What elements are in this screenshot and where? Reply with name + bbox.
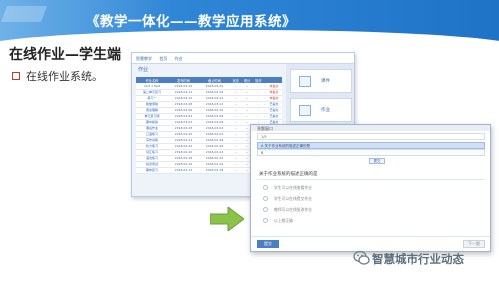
option-label: 以上都正确 [274, 218, 293, 223]
banner-title: 《教学一体化——教学应用系统》 [86, 14, 296, 30]
side-item-label: 课件 [321, 79, 330, 84]
divider [257, 179, 485, 180]
nav-home[interactable]: 首页 [159, 56, 167, 61]
table-cell[interactable]: 期末复习 [136, 167, 169, 174]
answer-row-selected[interactable]: A 关于作业系统的描述正确的是 [257, 142, 485, 149]
radio-icon[interactable] [263, 185, 268, 190]
nav-brand: 智慧教学 [136, 56, 152, 61]
next-question-button[interactable]: 下一题 [463, 240, 485, 248]
question-text: 关于作业系统的描述正确的是 [259, 172, 318, 177]
watermark-text: 智慧城市行业动态 [372, 252, 464, 266]
radio-icon[interactable] [263, 218, 268, 223]
submit-answer-button[interactable]: 提交 [257, 240, 279, 248]
window-nav: 智慧教学 首页 作业 [132, 53, 354, 64]
option-radio[interactable]: 学生可以在线提交作业 [263, 196, 312, 202]
arrow-right-icon [210, 207, 244, 231]
side-item-label: 作业 [321, 108, 330, 113]
option-radio[interactable]: 以上都正确 [263, 218, 293, 224]
answer-window-header: 答题窗口 [251, 125, 490, 131]
header-banner: 《教学一体化——教学应用系统》 [0, 0, 499, 41]
answer-row[interactable]: B [257, 149, 485, 156]
table-header-row: 作业名称 发布时间 截止时间 状态 得分 操作 [136, 77, 282, 83]
banner-decoration [1, 6, 47, 22]
option-label: 学生可以在线提交作业 [274, 196, 312, 201]
section-title: 在线作业—学生端 [9, 47, 121, 63]
answer-window: 答题窗口 1/5 A 关于作业系统的描述正确的是 B 提交 关于作业系统的描述正… [250, 124, 491, 252]
radio-icon[interactable] [263, 207, 268, 212]
nav-homework[interactable]: 作业 [175, 56, 183, 61]
table-cell: 2018-02-14 [168, 167, 200, 174]
option-label: 学生可以在线查看作业 [274, 185, 312, 190]
question-selector[interactable]: 1/5 [257, 133, 485, 140]
bullet-text: 在线作业系统。 [26, 70, 103, 83]
wechat-icon [353, 250, 370, 265]
submit-button[interactable]: 提交 [369, 158, 385, 164]
option-radio[interactable]: 教师可以在线批改作业 [263, 207, 312, 213]
square-bullet-icon [12, 72, 20, 80]
homework-icon [299, 105, 311, 116]
side-item-homework[interactable]: 作业 [290, 98, 352, 122]
side-item-courseware[interactable]: 课件 [290, 69, 352, 93]
bullet-item: 在线作业系统。 [12, 68, 103, 84]
table-cell: -- [230, 167, 242, 174]
radio-icon[interactable] [263, 196, 268, 201]
banner-swoosh [0, 30, 499, 41]
table-cell: 2018-02-18 [199, 167, 231, 174]
divider [251, 236, 490, 237]
option-radio[interactable]: 学生可以在线查看作业 [263, 185, 312, 191]
option-label: 教师可以在线批改作业 [274, 207, 312, 212]
courseware-icon [299, 76, 311, 87]
